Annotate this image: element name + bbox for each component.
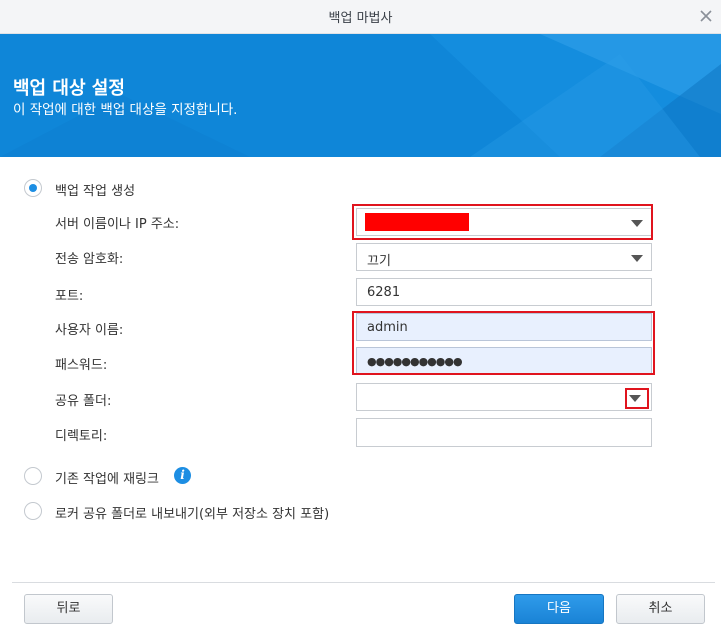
directory-label: 디렉토리: bbox=[55, 429, 108, 444]
username-input[interactable]: admin bbox=[356, 313, 652, 341]
encryption-select[interactable]: 끄기 bbox=[356, 243, 652, 271]
footer-divider bbox=[12, 582, 715, 583]
relink-existing-label: 기존 작업에 재링크 bbox=[55, 472, 159, 487]
password-input[interactable]: ●●●●●●●●●●● bbox=[356, 347, 652, 375]
encryption-label: 전송 암호화: bbox=[55, 252, 124, 267]
page-subtitle: 이 작업에 대한 백업 대상을 지정합니다. bbox=[13, 102, 238, 118]
create-job-radio[interactable] bbox=[24, 179, 42, 197]
info-icon[interactable]: i bbox=[174, 467, 191, 484]
password-value: ●●●●●●●●●●● bbox=[367, 355, 463, 368]
close-icon[interactable] bbox=[695, 5, 717, 27]
redacted-server-value bbox=[365, 213, 469, 231]
export-locker-label: 로커 공유 폴더로 내보내기(외부 저장소 장치 포함) bbox=[55, 507, 330, 522]
chevron-down-icon[interactable] bbox=[629, 395, 641, 402]
server-select[interactable] bbox=[356, 208, 652, 236]
back-button[interactable]: 뒤로 bbox=[24, 594, 113, 624]
port-label: 포트: bbox=[55, 289, 84, 304]
port-input[interactable]: 6281 bbox=[356, 278, 652, 306]
port-value: 6281 bbox=[367, 285, 401, 300]
header-banner: 백업 대상 설정 이 작업에 대한 백업 대상을 지정합니다. bbox=[0, 34, 721, 157]
username-label: 사용자 이름: bbox=[55, 323, 124, 338]
chevron-down-icon[interactable] bbox=[631, 255, 643, 262]
username-value: admin bbox=[367, 320, 408, 335]
relink-existing-radio[interactable] bbox=[24, 467, 42, 485]
window-title: 백업 마법사 bbox=[328, 11, 393, 26]
shared-folder-select[interactable] bbox=[356, 383, 652, 411]
password-label: 패스워드: bbox=[55, 358, 108, 373]
export-locker-radio[interactable] bbox=[24, 502, 42, 520]
server-label: 서버 이름이나 IP 주소: bbox=[55, 217, 180, 232]
shared-folder-label: 공유 폴더: bbox=[55, 394, 112, 409]
cancel-button[interactable]: 취소 bbox=[616, 594, 705, 624]
create-job-label: 백업 작업 생성 bbox=[55, 184, 136, 199]
next-button[interactable]: 다음 bbox=[514, 594, 604, 624]
directory-input[interactable] bbox=[356, 418, 652, 447]
chevron-down-icon[interactable] bbox=[631, 220, 643, 227]
window-titlebar: 백업 마법사 bbox=[0, 0, 721, 34]
encryption-value: 끄기 bbox=[367, 254, 391, 269]
page-title: 백업 대상 설정 bbox=[13, 78, 125, 99]
